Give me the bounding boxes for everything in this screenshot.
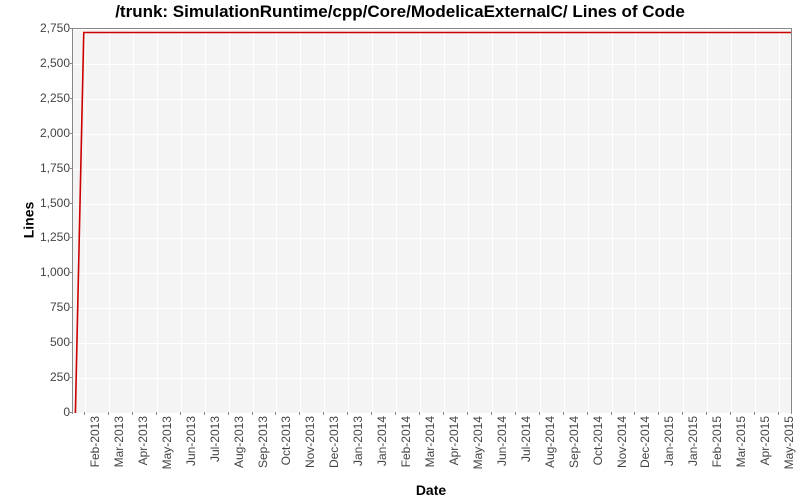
x-tick-label: Apr-2014 bbox=[447, 416, 461, 465]
x-tick-label: Jan-2013 bbox=[351, 416, 365, 466]
y-tick-label: 2,000 bbox=[30, 126, 70, 140]
y-tick-label: 500 bbox=[30, 335, 70, 349]
y-tick-label: 1,750 bbox=[30, 161, 70, 175]
x-tick-label: Mar-2015 bbox=[734, 416, 748, 467]
x-tick-label: May-2013 bbox=[160, 416, 174, 469]
x-tick-label: Apr-2013 bbox=[136, 416, 150, 465]
y-tick-label: 2,500 bbox=[30, 56, 70, 70]
y-tick-label: 1,000 bbox=[30, 265, 70, 279]
y-tick-label: 2,750 bbox=[30, 21, 70, 35]
y-tick-label: 1,250 bbox=[30, 230, 70, 244]
chart-title: /trunk: SimulationRuntime/cpp/Core/Model… bbox=[0, 2, 800, 22]
x-tick-label: Nov-2013 bbox=[303, 416, 317, 468]
x-tick-label: May-2014 bbox=[471, 416, 485, 469]
y-tick-label: 1,500 bbox=[30, 196, 70, 210]
x-tick-label: Mar-2014 bbox=[423, 416, 437, 467]
x-tick-label: Dec-2013 bbox=[327, 416, 341, 468]
plot-area bbox=[72, 28, 792, 414]
x-tick-label: Sep-2014 bbox=[567, 416, 581, 468]
x-tick-label: Jun-2014 bbox=[495, 416, 509, 466]
y-tick-label: 750 bbox=[30, 300, 70, 314]
x-tick-label: Jul-2014 bbox=[519, 416, 533, 462]
x-tick-label: May-2015 bbox=[782, 416, 796, 469]
x-tick-label: Oct-2013 bbox=[279, 416, 293, 465]
x-tick-label: Mar-2013 bbox=[112, 416, 126, 467]
x-tick-label: Jul-2013 bbox=[208, 416, 222, 462]
x-tick-label: Jan-2015 bbox=[686, 416, 700, 466]
data-line bbox=[73, 29, 791, 413]
x-tick-label: Jan-2015 bbox=[662, 416, 676, 466]
x-axis-label: Date bbox=[72, 482, 790, 498]
x-tick-label: Jun-2013 bbox=[184, 416, 198, 466]
y-tick-label: 2,250 bbox=[30, 91, 70, 105]
x-tick-label: Feb-2015 bbox=[710, 416, 724, 467]
x-tick-label: Feb-2013 bbox=[88, 416, 102, 467]
chart-container: /trunk: SimulationRuntime/cpp/Core/Model… bbox=[0, 0, 800, 500]
x-tick-label: Aug-2014 bbox=[543, 416, 557, 468]
y-tick-label: 250 bbox=[30, 370, 70, 384]
x-tick-label: Feb-2014 bbox=[399, 416, 413, 467]
y-tick-label: 0 bbox=[30, 405, 70, 419]
x-tick-label: Oct-2014 bbox=[591, 416, 605, 465]
x-tick-label: Apr-2015 bbox=[758, 416, 772, 465]
x-tick-label: Aug-2013 bbox=[232, 416, 246, 468]
x-tick-label: Sep-2013 bbox=[256, 416, 270, 468]
x-tick-label: Nov-2014 bbox=[615, 416, 629, 468]
x-tick-label: Dec-2014 bbox=[638, 416, 652, 468]
x-tick-label: Jan-2014 bbox=[375, 416, 389, 466]
